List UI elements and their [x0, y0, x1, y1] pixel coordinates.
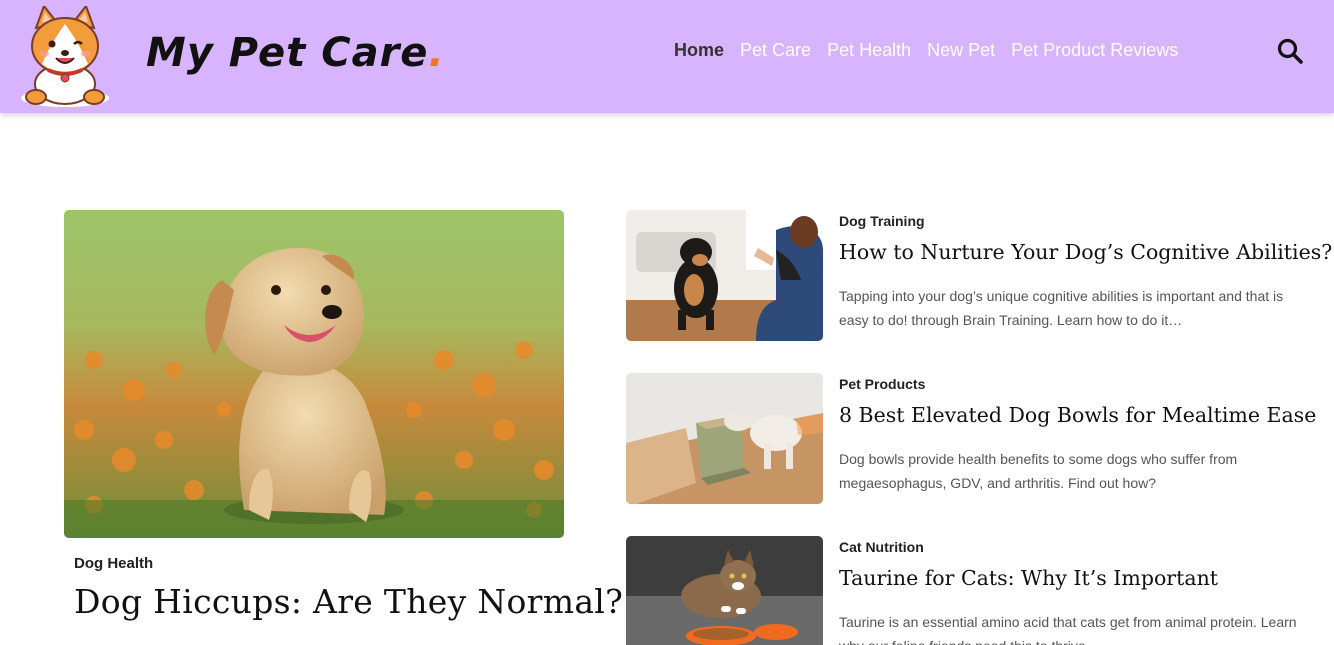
post-card: Dog Training How to Nurture Your Dog’s C… — [626, 210, 1332, 342]
brand-name: My Pet Care — [146, 30, 429, 76]
post-category[interactable]: Dog Training — [839, 213, 925, 229]
nav-item-pet-product-reviews[interactable]: Pet Product Reviews — [1011, 40, 1178, 61]
post-card: Pet Products 8 Best Elevated Dog Bowls f… — [626, 373, 1326, 505]
post-excerpt: Taurine is an essential amino acid that … — [839, 614, 1297, 645]
post-category[interactable]: Cat Nutrition — [839, 539, 924, 555]
site-header: My Pet Care. Home Pet Care Pet Health Ne… — [0, 0, 1334, 113]
nav-item-home[interactable]: Home — [674, 40, 724, 61]
post-thumbnail[interactable] — [626, 373, 823, 504]
search-button[interactable] — [1276, 37, 1304, 65]
main-nav: Home Pet Care Pet Health New Pet Pet Pro… — [674, 40, 1178, 61]
post-title[interactable]: How to Nurture Your Dog’s Cognitive Abil… — [839, 240, 1332, 264]
corgi-mascot-icon — [21, 6, 109, 107]
dog-training-photo — [626, 210, 823, 341]
post-excerpt: Dog bowls provide health benefits to som… — [839, 451, 1238, 491]
post-thumbnail[interactable] — [626, 536, 823, 645]
nav-item-pet-care[interactable]: Pet Care — [740, 40, 811, 61]
search-icon — [1277, 38, 1303, 64]
brand-dot: . — [428, 30, 445, 76]
site-brand[interactable]: My Pet Care. — [146, 30, 445, 76]
post-title[interactable]: 8 Best Elevated Dog Bowls for Mealtime E… — [839, 403, 1316, 427]
post-card: Cat Nutrition Taurine for Cats: Why It’s… — [626, 536, 1326, 645]
elevated-dog-bowl-photo — [626, 373, 823, 504]
site-logo[interactable] — [18, 6, 112, 108]
featured-post-image[interactable] — [64, 210, 564, 538]
featured-post-category[interactable]: Dog Health — [74, 555, 153, 572]
featured-post-title[interactable]: Dog Hiccups: Are They Normal? — [74, 582, 623, 621]
post-title[interactable]: Taurine for Cats: Why It’s Important — [839, 566, 1218, 590]
cat-nutrition-photo — [626, 536, 823, 645]
puppy-photo — [64, 210, 564, 538]
post-category[interactable]: Pet Products — [839, 376, 925, 392]
nav-item-pet-health[interactable]: Pet Health — [827, 40, 911, 61]
nav-item-new-pet[interactable]: New Pet — [927, 40, 995, 61]
post-excerpt: Tapping into your dog’s unique cognitive… — [839, 288, 1284, 328]
post-thumbnail[interactable] — [626, 210, 823, 341]
